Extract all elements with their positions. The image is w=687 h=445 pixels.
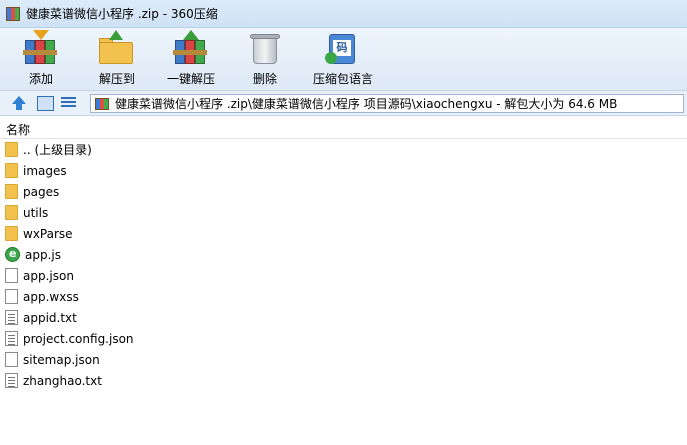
- window-title: 健康菜谱微信小程序 .zip - 360压缩: [26, 7, 218, 21]
- address-bar: 健康菜谱微信小程序 .zip\健康菜谱微信小程序 项目源码\xiaochengx…: [0, 90, 687, 116]
- file-row[interactable]: app.wxss: [0, 286, 687, 307]
- file-list: 名称 .. (上级目录) images pages utils wxParse app.j…: [0, 117, 687, 445]
- folder-icon: [5, 205, 18, 220]
- file-name: appid.txt: [23, 310, 77, 325]
- file-icon: [5, 289, 18, 304]
- folder-icon: [5, 163, 18, 178]
- file-name: app.json: [23, 268, 74, 283]
- title-bar: 健康菜谱微信小程序 .zip - 360压缩: [0, 0, 687, 28]
- add-archive-icon: [21, 30, 61, 66]
- archive-icon: [95, 97, 109, 110]
- extract-to-button-label: 解压到: [98, 72, 135, 86]
- delete-button[interactable]: 删除: [230, 30, 300, 88]
- archive-app-icon: [6, 6, 20, 21]
- file-name: zhanghao.txt: [23, 373, 102, 388]
- delete-icon: [245, 30, 285, 66]
- javascript-file-icon: [5, 247, 20, 262]
- folder-icon: [5, 142, 18, 157]
- file-icon: [5, 352, 18, 367]
- file-name: sitemap.json: [23, 352, 100, 367]
- file-row[interactable]: images: [0, 160, 687, 181]
- file-row[interactable]: wxParse: [0, 223, 687, 244]
- column-header[interactable]: 名称: [0, 117, 687, 139]
- file-row[interactable]: zhanghao.txt: [0, 370, 687, 391]
- one-click-extract-button[interactable]: 一键解压: [156, 30, 226, 88]
- file-row[interactable]: .. (上级目录): [0, 139, 687, 160]
- thumbnail-view-icon[interactable]: [36, 95, 54, 111]
- folder-icon: [5, 184, 18, 199]
- file-name: app.wxss: [23, 289, 79, 304]
- extract-to-icon: [97, 30, 137, 66]
- file-name: images: [23, 163, 67, 178]
- file-name: wxParse: [23, 226, 73, 241]
- one-click-extract-button-label: 一键解压: [166, 72, 215, 86]
- folder-icon: [5, 226, 18, 241]
- file-name: project.config.json: [23, 331, 134, 346]
- archive-language-icon: 码: [323, 30, 363, 66]
- path-field[interactable]: 健康菜谱微信小程序 .zip\健康菜谱微信小程序 项目源码\xiaochengx…: [90, 94, 684, 113]
- file-name: app.js: [25, 247, 61, 262]
- archive-language-button-label: 压缩包语言: [312, 72, 373, 86]
- file-row[interactable]: app.json: [0, 265, 687, 286]
- text-file-icon: [5, 310, 18, 325]
- file-row[interactable]: project.config.json: [0, 328, 687, 349]
- file-row[interactable]: utils: [0, 202, 687, 223]
- text-file-icon: [5, 373, 18, 388]
- up-arrow-icon[interactable]: [10, 95, 28, 111]
- file-row[interactable]: appid.txt: [0, 307, 687, 328]
- extract-to-button[interactable]: 解压到: [82, 30, 152, 88]
- one-click-extract-icon: [171, 30, 211, 66]
- file-row[interactable]: app.js: [0, 244, 687, 265]
- delete-button-label: 删除: [252, 72, 277, 86]
- toolbar: 添加 解压到 一键解压 删除 码 压缩包语言: [0, 28, 687, 90]
- file-row[interactable]: sitemap.json: [0, 349, 687, 370]
- add-button[interactable]: 添加: [6, 30, 76, 88]
- add-button-label: 添加: [28, 72, 53, 86]
- text-file-icon: [5, 331, 18, 346]
- file-icon: [5, 268, 18, 283]
- file-name: utils: [23, 205, 49, 220]
- path-text: 健康菜谱微信小程序 .zip\健康菜谱微信小程序 项目源码\xiaochengx…: [115, 97, 618, 111]
- file-name: .. (上级目录): [23, 143, 92, 157]
- file-row[interactable]: pages: [0, 181, 687, 202]
- file-name: pages: [23, 184, 60, 199]
- list-view-icon[interactable]: [60, 95, 78, 111]
- archive-language-button[interactable]: 码 压缩包语言: [305, 30, 381, 88]
- name-column-header[interactable]: 名称: [6, 121, 30, 138]
- file-rows: .. (上级目录) images pages utils wxParse app.js ap…: [0, 139, 687, 391]
